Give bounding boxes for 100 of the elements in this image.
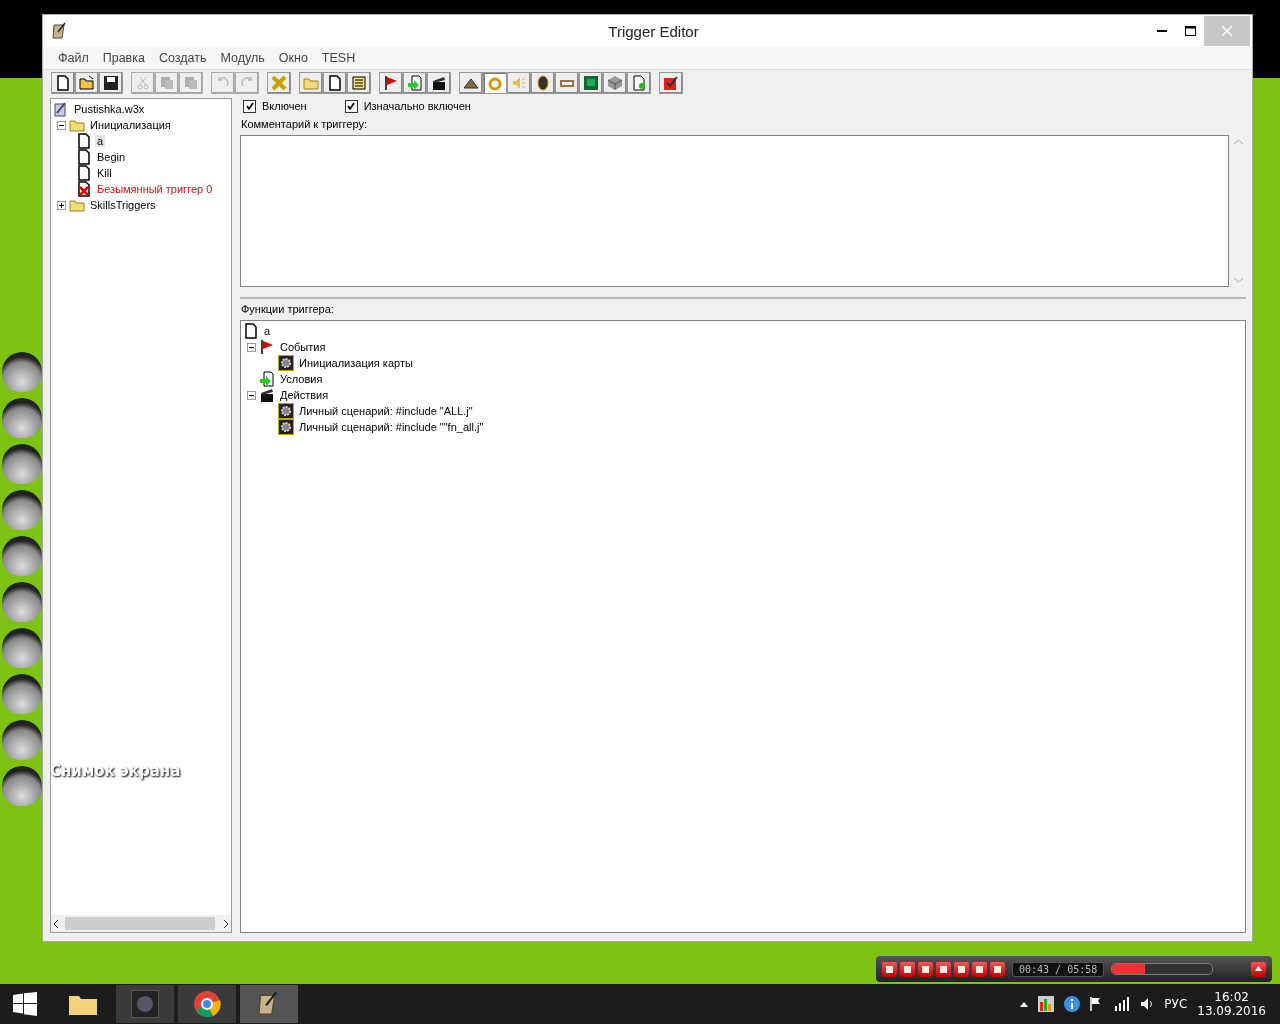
equalizer-button[interactable] [990,961,1005,977]
desktop-icon-label: Снимок экрана [50,762,181,780]
play-button[interactable] [882,961,897,977]
gear-icon [278,355,294,371]
minimize-icon [1157,30,1167,32]
gear-icon [278,403,294,419]
menu-item[interactable]: Модуль [213,51,272,65]
scissors-icon [135,75,151,91]
tree-item[interactable]: Инициализация [88,119,173,131]
menu-item[interactable]: Правка [95,51,152,65]
toolbar-button[interactable] [323,72,347,94]
toolbar-button[interactable] [75,72,99,94]
browser-icon [193,990,221,1018]
language-indicator[interactable]: РУС [1164,997,1188,1011]
comment-field[interactable] [240,135,1229,287]
checkmark-icon [347,102,356,110]
toolbar-button[interactable] [51,72,75,94]
function-item[interactable]: Инициализация карты [297,357,415,369]
toolbar-button[interactable] [659,72,683,94]
stop-icon [922,965,929,973]
clapperboard-icon [259,387,275,403]
toolbar-button[interactable] [427,72,451,94]
screen-icon [583,75,599,91]
scroll-right-icon [223,919,229,928]
function-item[interactable]: Действия [278,389,331,401]
flag-icon [383,75,399,91]
function-item[interactable]: Личный сценарий: #include "ALL.j" [297,405,475,417]
window-title: Trigger Editor [607,22,700,40]
flag-icon [259,339,275,355]
tree-item[interactable]: a [95,135,106,147]
folder-icon [303,75,319,91]
forward-icon [958,965,965,973]
stop-button[interactable] [918,961,933,977]
scroll-quill-icon [51,22,69,40]
dock-app-icon[interactable] [2,628,42,668]
menu-item[interactable]: Создать [151,51,214,65]
document-icon [243,323,259,339]
collapse-toggle[interactable] [57,120,66,130]
dock-app-icon[interactable] [2,674,42,714]
dock-app-icon[interactable] [2,398,42,438]
checkbox[interactable] [344,99,358,113]
document-icon [76,149,92,165]
clock[interactable]: 16:02 13.09.2016 [1197,990,1266,1018]
function-item[interactable]: События [278,341,328,353]
eject-button[interactable] [1251,961,1266,977]
dock-app-icon[interactable] [2,444,42,484]
tree-item[interactable]: Begin [95,151,128,163]
open-folder-icon [79,75,95,91]
dock-app-icon[interactable] [2,582,42,622]
function-item[interactable]: Условия [278,373,325,385]
menu-item[interactable]: Окно [271,51,315,65]
pause-button[interactable] [900,961,915,977]
tree-item[interactable]: Pustishka.w3x [72,103,147,115]
clock-time: 16:02 [1214,990,1249,1004]
function-item[interactable]: a [262,325,273,337]
dock-app-icon[interactable] [2,352,42,392]
toolbar-button[interactable] [579,72,603,94]
maximize-icon [1184,26,1196,36]
horizontal-scrollbar[interactable] [51,915,231,932]
dock-app-icon[interactable] [2,766,42,806]
signal-icon[interactable] [1114,997,1131,1011]
paste-icon [183,75,199,91]
menu-item[interactable]: Файл [51,51,96,65]
collapse-toggle[interactable] [247,390,256,400]
taskbar-app[interactable] [178,985,236,1023]
repeat-button[interactable] [972,961,987,977]
copy-icon [159,75,175,91]
info-icon[interactable] [1064,996,1081,1012]
bar-chart-icon[interactable] [1038,996,1055,1012]
folder-icon [69,117,85,133]
dock-app-icon[interactable] [2,490,42,530]
toolbar-button[interactable] [379,72,403,94]
tree-item[interactable]: SkillsTriggers [88,199,158,211]
function-item[interactable]: Личный сценарий: #include ""fn_all.j" [297,421,486,433]
forward-button[interactable] [954,961,969,977]
toolbar-button[interactable] [531,72,555,94]
section-label: Комментарий к триггеру: [240,117,368,132]
tree-item[interactable]: Kill [95,167,114,179]
play-icon [886,965,893,973]
checkbox-label: Изначально включен [363,100,471,112]
rewind-button[interactable] [936,961,951,977]
cube-icon [607,75,623,91]
toolbar-button[interactable] [459,72,483,94]
speaker-icon[interactable] [1140,997,1155,1011]
tree-item[interactable]: Безымянный триггер 0 [95,183,215,195]
scrollbar-thumb[interactable] [65,917,215,930]
expand-toggle[interactable] [57,200,66,210]
time-display: 00:43 / 05:58 [1012,961,1105,977]
show-hidden-icon[interactable] [1020,1001,1029,1007]
checkmark-icon [245,102,254,110]
seek-track[interactable] [1111,963,1214,975]
checkbox[interactable] [243,99,256,113]
toolbar-button[interactable] [99,72,123,94]
map-file-icon [53,101,69,117]
dock-app-icon[interactable] [2,536,42,576]
dock-app-icon[interactable] [2,720,42,760]
menu-item[interactable]: TESH [314,51,363,65]
speaker-icon [511,75,527,91]
collapse-toggle[interactable] [247,342,256,352]
document-icon [76,165,92,181]
